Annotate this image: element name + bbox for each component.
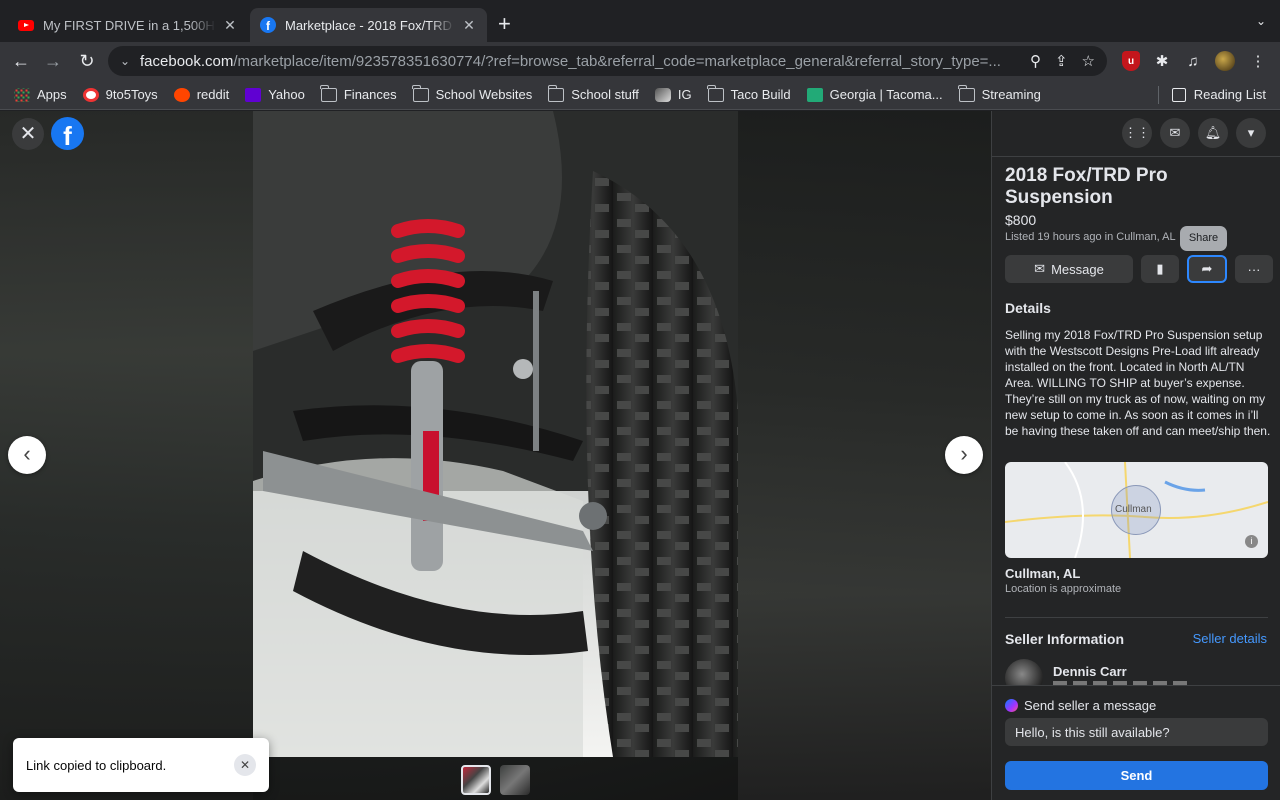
youtube-icon [18, 17, 34, 33]
listing-details-panel: ⋮⋮ ✉ 🔔︎ ▾ 2018 Fox/TRD Pro Suspension $8… [991, 111, 1280, 800]
tab-youtube[interactable]: My FIRST DRIVE in a 1,500HP Twin Turbo ✕ [8, 8, 248, 42]
new-tab-button[interactable]: + [498, 12, 511, 36]
bookmarks-divider [1158, 86, 1159, 104]
bookmark-yahoo[interactable]: Yahoo [245, 87, 305, 102]
kebab-menu-icon[interactable]: ⋮ [1248, 51, 1268, 71]
share-icon[interactable]: ⇪ [1055, 52, 1068, 70]
listing-actions: ✉ Message ▮ ➦ ··· [1005, 255, 1273, 283]
folder-icon [412, 84, 429, 102]
tab-title: My FIRST DRIVE in a 1,500HP Twin Turbo [43, 17, 216, 33]
close-tab-icon[interactable]: ✕ [461, 17, 477, 34]
facebook-icon: f [260, 17, 276, 33]
bookmark-apps[interactable]: Apps [14, 87, 67, 102]
link-copied-toast: Link copied to clipboard. ✕ [13, 738, 269, 792]
bookmark-folder-streaming[interactable]: Streaming [958, 84, 1041, 102]
suspension-photo-illustration [253, 111, 738, 757]
photo-thumbnail-1[interactable] [461, 765, 491, 795]
menu-grid-icon[interactable]: ⋮⋮ [1122, 118, 1152, 148]
reload-icon[interactable]: ↻ [76, 50, 98, 72]
chevron-down-icon[interactable]: ⌄ [120, 54, 140, 68]
account-chevron-down-icon[interactable]: ▾ [1236, 118, 1266, 148]
tab-marketplace[interactable]: f Marketplace - 2018 Fox/TRD Pro Suspens… [250, 8, 487, 42]
instagram-icon [654, 87, 671, 102]
messenger-icon: ✉ [1034, 261, 1046, 276]
tab-title: Marketplace - 2018 Fox/TRD Pro Suspensio… [285, 17, 455, 33]
bookmark-folder-school-stuff[interactable]: School stuff [547, 84, 639, 102]
photo-viewer [0, 111, 991, 800]
listing-price: $800 [1005, 212, 1037, 228]
location-map[interactable]: Cullman i [1005, 462, 1268, 558]
map-city-label: Cullman [1115, 504, 1152, 515]
listing-title: 2018 Fox/TRD Pro Suspension [1005, 165, 1168, 208]
message-input[interactable] [1005, 718, 1268, 746]
save-button[interactable]: ▮ [1141, 255, 1179, 283]
toast-message: Link copied to clipboard. [26, 757, 167, 773]
seller-info-heading: Seller Information [1005, 631, 1125, 647]
bookmark-icon: ▮ [1156, 261, 1164, 276]
message-button[interactable]: ✉ Message [1005, 255, 1133, 283]
listing-description: Selling my 2018 Fox/TRD Pro Suspension s… [1005, 328, 1271, 438]
share-tooltip: Share [1180, 226, 1227, 251]
extensions-puzzle-icon[interactable]: ✱ [1152, 51, 1172, 71]
listing-photo[interactable] [253, 111, 738, 757]
send-message-label: Send seller a message [1005, 698, 1156, 713]
folder-icon [958, 84, 975, 102]
search-icon[interactable]: ⚲ [1030, 52, 1041, 70]
bookmark-folder-taco-build[interactable]: Taco Build [707, 84, 791, 102]
bookmark-9to5toys[interactable]: 9to5Toys [82, 87, 158, 102]
photo-thumbnail-2[interactable] [500, 765, 530, 795]
listing-meta: Listed 19 hours ago in Cullman, AL [1005, 231, 1176, 243]
back-arrow-icon[interactable]: ← [10, 50, 32, 72]
url-text[interactable]: facebook.com/marketplace/item/9235783516… [140, 53, 1000, 70]
bookmark-reddit[interactable]: reddit [173, 87, 229, 102]
bookmark-folder-finances[interactable]: Finances [320, 84, 397, 102]
bookmark-georgia-tacoma[interactable]: Georgia | Tacoma... [806, 87, 943, 102]
previous-photo-button[interactable]: ‹ [8, 436, 46, 474]
ublock-icon[interactable]: u [1121, 51, 1141, 71]
forward-arrow-icon[interactable]: → [42, 50, 64, 72]
bookmark-star-icon[interactable]: ☆ [1082, 52, 1095, 70]
messenger-icon[interactable]: ✉ [1160, 118, 1190, 148]
reading-list-icon [1171, 87, 1186, 102]
close-toast-icon[interactable]: ✕ [234, 754, 256, 776]
tab-strip: My FIRST DRIVE in a 1,500HP Twin Turbo ✕… [0, 0, 1280, 42]
tab-search-chevron-icon[interactable]: ⌄ [1256, 14, 1266, 28]
bookmarks-bar: Apps 9to5Toys reddit Yahoo Finances Scho… [0, 80, 1280, 110]
bookmark-ig[interactable]: IG [654, 87, 692, 102]
folder-icon [320, 84, 337, 102]
notifications-bell-icon[interactable]: 🔔︎ [1198, 118, 1228, 148]
messenger-icon [1005, 699, 1018, 712]
folder-icon [547, 84, 565, 102]
facebook-logo-icon[interactable]: f [51, 117, 84, 150]
reading-list-button[interactable]: Reading List [1171, 87, 1266, 102]
seller-details-link[interactable]: Seller details [1193, 631, 1267, 646]
profile-avatar[interactable] [1215, 51, 1235, 71]
divider [992, 156, 1280, 157]
more-dots-icon: ··· [1247, 261, 1261, 277]
more-options-button[interactable]: ··· [1235, 255, 1273, 283]
details-heading: Details [1005, 300, 1051, 316]
info-icon[interactable]: i [1245, 535, 1258, 548]
next-photo-button[interactable]: › [945, 436, 983, 474]
browser-toolbar: ← → ↻ ⌄ facebook.com/marketplace/item/92… [0, 42, 1280, 80]
location-note: Location is approximate [1005, 583, 1122, 595]
close-tab-icon[interactable]: ✕ [222, 17, 238, 34]
share-button[interactable]: ➦ [1187, 255, 1227, 283]
media-control-icon[interactable]: ♫ [1183, 51, 1203, 71]
location-city: Cullman, AL [1005, 566, 1081, 581]
folder-icon [707, 84, 724, 102]
yahoo-icon [245, 87, 262, 102]
send-button[interactable]: Send [1005, 761, 1268, 790]
9to5toys-icon [82, 87, 99, 102]
close-viewer-button[interactable]: ✕ [12, 118, 44, 150]
reddit-icon [173, 87, 190, 102]
site-icon [806, 87, 823, 102]
apps-grid-icon [14, 87, 30, 102]
address-bar[interactable]: ⌄ facebook.com/marketplace/item/92357835… [108, 46, 1107, 76]
divider [1005, 617, 1268, 618]
send-message-box: Send seller a message Send [992, 685, 1280, 800]
seller-name[interactable]: Dennis Carr [1053, 664, 1127, 679]
share-arrow-icon: ➦ [1201, 261, 1213, 276]
bookmark-folder-school-websites[interactable]: School Websites [412, 84, 532, 102]
